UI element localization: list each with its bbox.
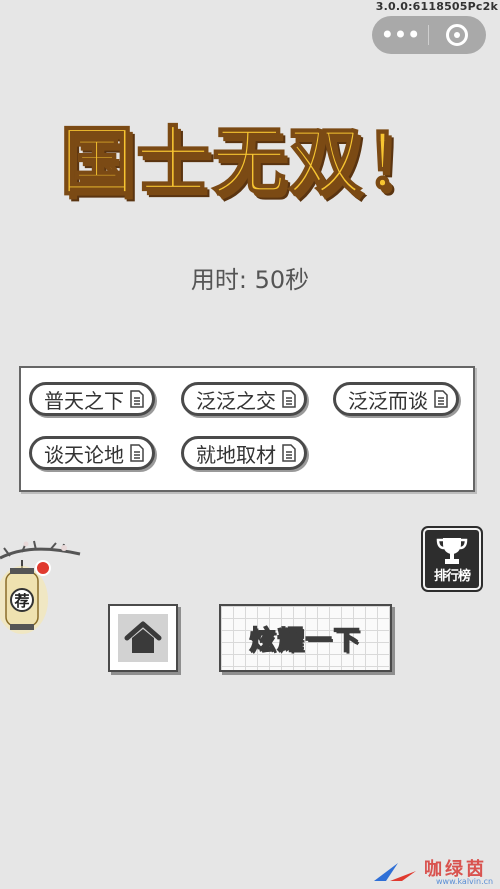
idiom-list: 普天之下 泛泛之交 泛泛而谈 谈天论地 就地取材 bbox=[19, 366, 475, 492]
idiom-text: 泛泛之交 bbox=[196, 388, 276, 413]
watermark-url: www.kalvin.cn bbox=[436, 877, 494, 886]
document-icon bbox=[130, 390, 144, 408]
version-label: 3.0.0:6118505Pc2k bbox=[375, 0, 498, 13]
watermark-logo-icon bbox=[374, 863, 416, 881]
idiom-chip[interactable]: 普天之下 bbox=[29, 382, 155, 416]
home-button[interactable] bbox=[108, 604, 178, 672]
idiom-chip[interactable]: 泛泛之交 bbox=[181, 382, 307, 416]
mini-program-capsule: ••• bbox=[372, 16, 486, 54]
idiom-text: 泛泛而谈 bbox=[348, 388, 428, 413]
site-watermark: 咖绿茵 www.kalvin.cn bbox=[372, 857, 494, 887]
recommend-lantern[interactable]: 荐 bbox=[0, 538, 82, 638]
idiom-text: 谈天论地 bbox=[44, 442, 124, 467]
more-dots-icon[interactable]: ••• bbox=[372, 16, 428, 54]
share-button[interactable]: 炫耀一下 bbox=[219, 604, 392, 672]
close-target-icon[interactable] bbox=[429, 16, 485, 54]
document-icon bbox=[130, 444, 144, 462]
document-icon bbox=[282, 390, 296, 408]
home-icon bbox=[124, 621, 162, 653]
result-title: 国士无双！ bbox=[59, 118, 440, 206]
elapsed-time: 用时: 50秒 bbox=[190, 266, 310, 294]
lantern-icon bbox=[0, 540, 81, 634]
leaderboard-button[interactable]: 排行榜 bbox=[421, 526, 483, 592]
idiom-text: 就地取材 bbox=[196, 442, 276, 467]
idiom-text: 普天之下 bbox=[44, 388, 124, 413]
lantern-char: 荐 bbox=[14, 592, 30, 610]
document-icon bbox=[282, 444, 296, 462]
idiom-chip[interactable]: 谈天论地 bbox=[29, 436, 155, 470]
share-label: 炫耀一下 bbox=[249, 625, 362, 657]
idiom-chip[interactable]: 就地取材 bbox=[181, 436, 307, 470]
document-icon bbox=[434, 390, 448, 408]
leaderboard-label: 排行榜 bbox=[433, 569, 471, 584]
idiom-chip[interactable]: 泛泛而谈 bbox=[333, 382, 459, 416]
trophy-icon bbox=[436, 538, 468, 564]
